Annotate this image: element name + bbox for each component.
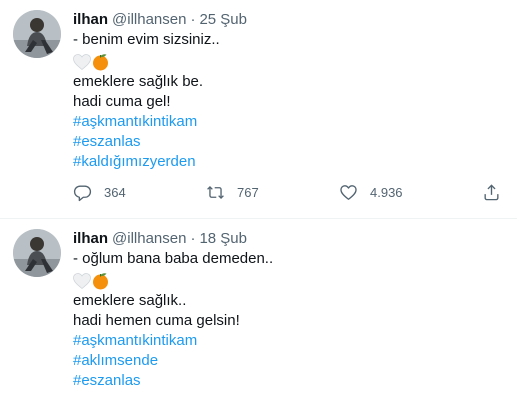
separator: · (190, 11, 196, 28)
tweet[interactable]: ilhan @illhansen · 18 Şub - oğlum bana b… (0, 219, 517, 400)
hashtag-link[interactable]: #aşkmantıkintikam (73, 331, 501, 351)
white-heart-icon (73, 272, 91, 289)
separator: · (190, 230, 196, 247)
author-handle[interactable]: @illhansen (112, 229, 186, 249)
emoji-row (73, 269, 501, 291)
reply-count: 364 (104, 185, 126, 200)
author-handle[interactable]: @illhansen (112, 10, 186, 30)
hashtag-link[interactable]: #eszanlas (73, 371, 501, 391)
emoji-row (73, 50, 501, 72)
text-line: - benim evim sizsiniz.. (73, 31, 220, 48)
author-name[interactable]: ilhan (73, 10, 108, 30)
reply-icon (73, 185, 92, 202)
like-count: 4.936 (370, 185, 403, 200)
orange-icon (93, 53, 108, 70)
tweet[interactable]: ilhan @illhansen · 25 Şub - benim evim s… (0, 0, 517, 219)
tweet-date[interactable]: 25 Şub (199, 10, 247, 30)
retweet-icon (207, 186, 224, 199)
hashtag-link[interactable]: #aklımsende (73, 351, 501, 371)
avatar[interactable] (13, 229, 61, 277)
tweet-text: - oğlum bana baba demeden.. emeklere sağ… (73, 249, 501, 391)
text-line: - oğlum bana baba demeden.. (73, 250, 274, 267)
tweet-text: - benim evim sizsiniz.. emeklere sağlık … (73, 30, 501, 172)
hashtag-link[interactable]: #kaldığımızyerden (73, 152, 501, 172)
text-line: hadi hemen cuma gelsin! (73, 312, 240, 329)
text-line: emeklere sağlık be. (73, 73, 204, 90)
avatar[interactable] (13, 10, 61, 58)
hashtag-link[interactable]: #aşkmantıkintikam (73, 112, 501, 132)
share-icon (484, 184, 499, 201)
hashtag-link[interactable]: #eszanlas (73, 132, 501, 152)
retweet-button[interactable]: 767 (206, 183, 306, 202)
tweet-actions: 364 767 4.936 (73, 183, 501, 202)
tweet-date[interactable]: 18 Şub (199, 229, 247, 249)
like-icon (340, 185, 357, 200)
orange-icon (93, 272, 108, 289)
reply-button[interactable]: 364 (73, 183, 173, 202)
retweet-count: 767 (237, 185, 259, 200)
share-button[interactable] (482, 183, 501, 202)
text-line: emeklere sağlık.. (73, 292, 187, 309)
white-heart-icon (73, 53, 91, 70)
author-name[interactable]: ilhan (73, 229, 108, 249)
like-button[interactable]: 4.936 (339, 183, 449, 202)
text-line: hadi cuma gel! (73, 93, 171, 110)
